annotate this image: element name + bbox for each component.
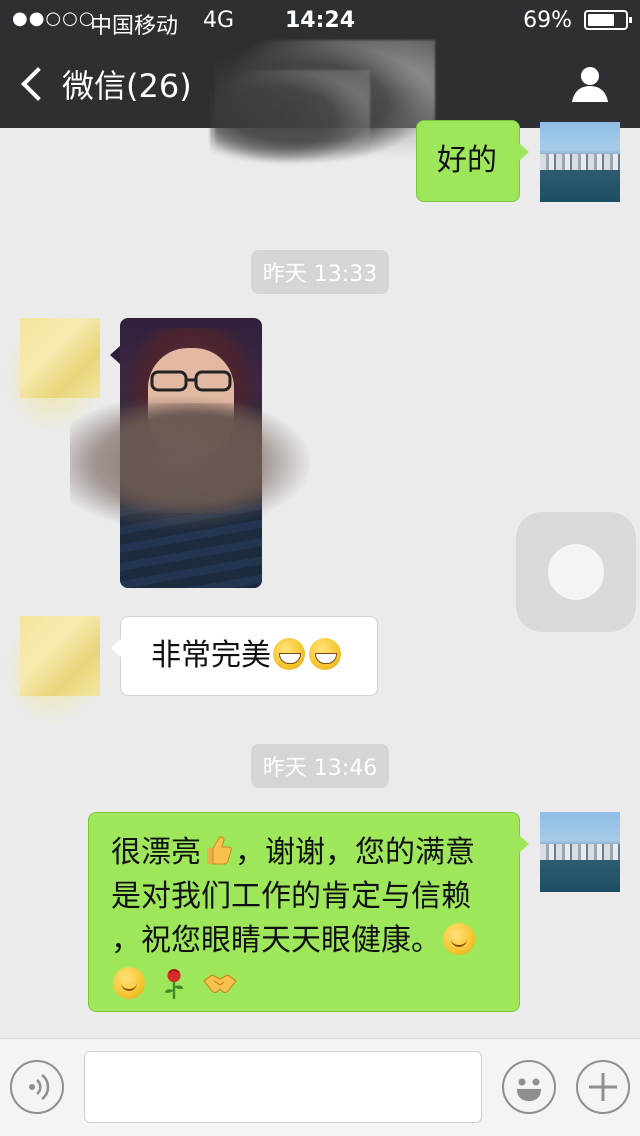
redaction-smudge <box>70 395 310 530</box>
battery-icon <box>584 10 632 30</box>
person-icon[interactable] <box>570 64 610 104</box>
glasses-graphic <box>150 370 232 392</box>
timestamp-text: 昨天 13:46 <box>250 744 390 788</box>
bubble-tail <box>110 346 120 364</box>
smiling-face-icon <box>113 967 145 999</box>
voice-button[interactable] <box>10 1060 64 1114</box>
smiley-icon <box>517 1078 541 1101</box>
add-button[interactable] <box>576 1060 630 1114</box>
handshake-icon <box>203 974 237 994</box>
emoji-button[interactable] <box>502 1060 556 1114</box>
message-line: 是对我们工作的肯定与信赖 <box>111 879 471 914</box>
message-line: ，祝您眼睛天天眼健康。 <box>111 919 509 963</box>
grinning-face-icon <box>273 638 305 670</box>
back-button[interactable]: 微信(26) <box>18 62 192 106</box>
timestamp: 昨天 13:33 <box>0 250 640 294</box>
avatar-self[interactable] <box>540 122 620 202</box>
message-bubble-received[interactable]: 非常完美 <box>111 616 378 696</box>
message-text: 好的 <box>437 143 497 178</box>
message-text: ，谢谢，您的满意 <box>235 835 475 870</box>
message-text: 很漂亮 <box>111 835 201 870</box>
assistive-touch-button[interactable] <box>516 512 636 632</box>
redaction-smudge <box>210 70 370 165</box>
smiling-face-icon <box>443 923 475 955</box>
avatar-contact[interactable] <box>20 318 100 398</box>
plus-icon <box>589 1073 617 1101</box>
battery-percent: 69% <box>523 8 572 33</box>
rose-icon <box>164 968 183 1000</box>
message-input[interactable] <box>84 1051 482 1123</box>
status-bar: ●●○○○ 中国移动 4G 14:24 69% <box>0 0 640 40</box>
input-bar <box>0 1038 640 1136</box>
chevron-left-icon <box>21 67 55 101</box>
message-text: ，祝您眼睛天天眼健康。 <box>111 923 441 958</box>
message-bubble-sent[interactable]: 好的 <box>416 120 529 202</box>
message-line <box>111 963 509 1007</box>
back-label: 微信(26) <box>62 67 192 105</box>
avatar-contact[interactable] <box>20 616 100 696</box>
timestamp: 昨天 13:46 <box>0 744 640 788</box>
message-text: 非常完美 <box>151 638 271 673</box>
message-bubble-sent[interactable]: 很漂亮 ，谢谢，您的满意 是对我们工作的肯定与信赖 ，祝您眼睛天天眼健康。 <box>88 812 529 1012</box>
grinning-face-icon <box>309 638 341 670</box>
voice-icon <box>29 1074 50 1100</box>
timestamp-text: 昨天 13:33 <box>250 250 390 294</box>
message-line: 很漂亮 ，谢谢，您的满意 <box>111 831 509 875</box>
avatar-self[interactable] <box>540 812 620 892</box>
thumbs-up-icon <box>207 836 232 865</box>
